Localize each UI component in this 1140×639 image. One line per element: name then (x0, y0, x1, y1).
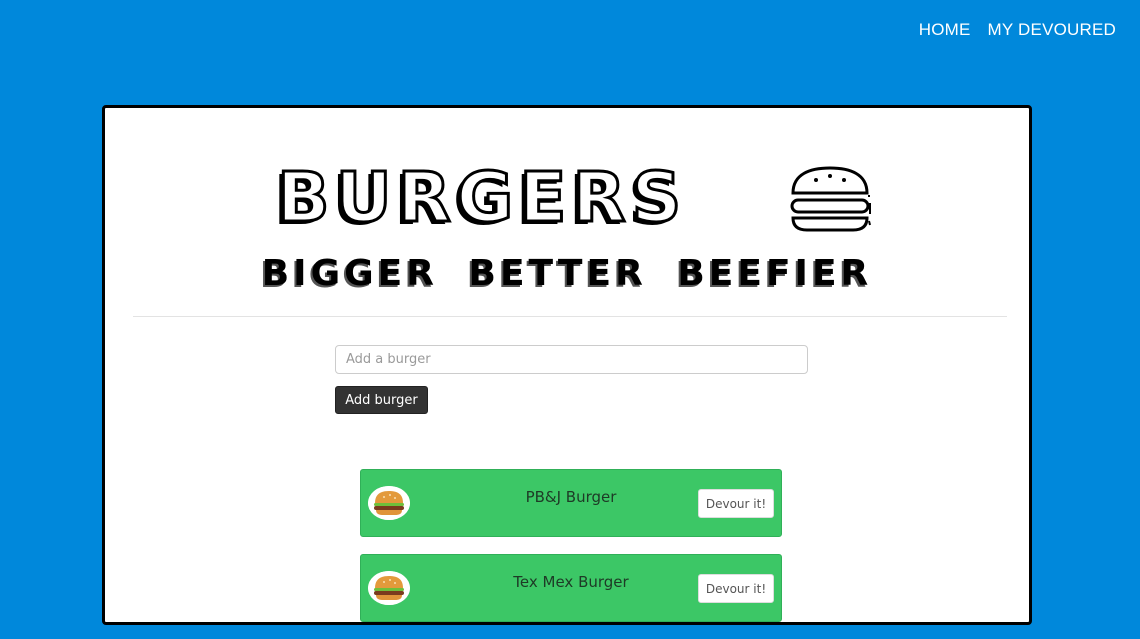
devour-button[interactable]: Devour it! (698, 489, 774, 518)
header-divider (133, 316, 1007, 317)
devour-button[interactable]: Devour it! (698, 574, 774, 603)
header: BURGERS (105, 158, 1029, 238)
page-title: BURGERS (275, 158, 688, 238)
burger-input[interactable] (335, 345, 808, 374)
burger-list: PB&J Burger Devour it! Tex Mex Burger De… (360, 469, 782, 639)
main-card: BURGERS BIGGER BETTER BEEFIER Add burger (102, 105, 1032, 625)
add-burger-button[interactable]: Add burger (335, 386, 428, 414)
list-item: PB&J Burger Devour it! (360, 469, 782, 537)
burger-icon (790, 166, 871, 232)
list-item: Tex Mex Burger Devour it! (360, 554, 782, 622)
page-subtitle: BIGGER BETTER BEEFIER (261, 253, 873, 294)
nav-my-devoured-link[interactable]: MY DEVOURED (988, 20, 1116, 40)
top-nav: HOME MY DEVOURED (919, 20, 1116, 40)
nav-home-link[interactable]: HOME (919, 20, 971, 40)
